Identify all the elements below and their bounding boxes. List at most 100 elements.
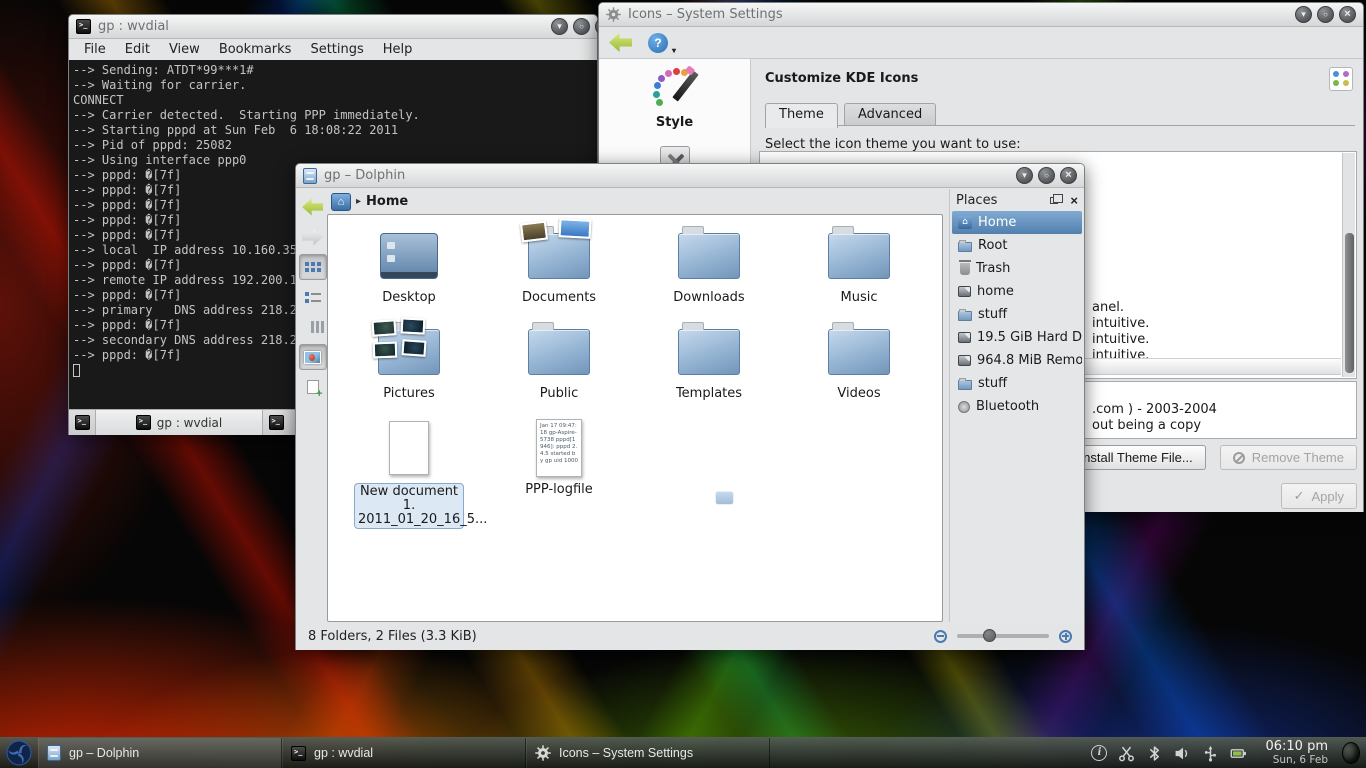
zoom-in-icon[interactable] (1059, 630, 1072, 643)
file-item-public[interactable]: Public (484, 321, 634, 401)
preview-button[interactable] (299, 344, 327, 370)
detach-panel-icon[interactable] (1050, 197, 1058, 204)
scrollbar-thumb[interactable] (1345, 233, 1354, 373)
places-item-home-drive[interactable]: home (952, 280, 1082, 303)
dolphin-titlebar[interactable]: gp – Dolphin (296, 164, 1084, 188)
file-item-pictures[interactable]: Pictures (334, 321, 484, 401)
battery-icon[interactable] (1230, 745, 1247, 762)
terminal-cursor (73, 364, 80, 377)
places-item-stuff[interactable]: stuff (952, 303, 1082, 326)
file-item-downloads[interactable]: Downloads (634, 225, 784, 305)
terminal-titlebar[interactable]: gp : wvdial (69, 15, 597, 39)
file-label: Downloads (673, 291, 744, 305)
back-arrow-icon[interactable] (609, 33, 632, 52)
apply-button[interactable]: ✓ Apply (1281, 483, 1357, 509)
menu-bookmarks[interactable]: Bookmarks (219, 42, 292, 57)
tab-advanced[interactable]: Advanced (844, 103, 936, 126)
dolphin-toolbar (296, 189, 329, 622)
folder-icon (678, 233, 740, 279)
task-system-settings[interactable]: Icons – System Settings (526, 738, 770, 768)
volume-icon[interactable] (1174, 745, 1191, 762)
tab-theme[interactable]: Theme (765, 103, 838, 128)
zoom-slider[interactable] (957, 634, 1049, 638)
drive-icon (958, 355, 971, 366)
task-wvdial[interactable]: gp : wvdial (282, 738, 526, 768)
taskbar: gp – Dolphin gp : wvdial Icons – System … (0, 737, 1366, 768)
terminal-tab-label: gp : wvdial (157, 416, 222, 430)
trash-icon (960, 263, 970, 275)
clock[interactable]: 06:10 pm Sun, 6 Feb (1257, 738, 1336, 768)
places-item-stuff2[interactable]: stuff (952, 372, 1082, 395)
file-item-new-document[interactable]: New document 1. 2011_01_20_16_5... (334, 417, 484, 529)
folder-icon (528, 329, 590, 375)
scrollbar[interactable] (1342, 153, 1355, 377)
file-item-videos[interactable]: Videos (784, 321, 934, 401)
columns-view-button[interactable] (299, 314, 327, 340)
home-icon[interactable]: ⌂ (331, 193, 351, 211)
maximize-button[interactable] (1317, 6, 1334, 23)
menu-help[interactable]: Help (383, 42, 413, 57)
zoom-out-icon[interactable] (934, 630, 947, 643)
desktop-folder-icon (380, 233, 438, 279)
chevron-down-icon: ▾ (672, 46, 676, 55)
remove-theme-button[interactable]: Remove Theme (1220, 445, 1357, 470)
info-icon[interactable] (1091, 745, 1107, 761)
tab-list-button[interactable] (263, 410, 289, 435)
file-item-music[interactable]: Music (784, 225, 934, 305)
file-item-documents[interactable]: Documents (484, 225, 634, 305)
file-item-templates[interactable]: Templates (634, 321, 784, 401)
bluetooth-icon[interactable] (1146, 745, 1163, 762)
sidebar-item-style[interactable]: Style (599, 69, 750, 130)
menu-view[interactable]: View (169, 42, 200, 57)
file-item-desktop[interactable]: Desktop (334, 225, 484, 305)
menu-edit[interactable]: Edit (125, 42, 150, 57)
folder-icon (828, 329, 890, 375)
breadcrumb-location[interactable]: Home (366, 194, 408, 209)
file-label: Pictures (383, 387, 434, 401)
file-cabinet-icon (47, 745, 61, 761)
kde-menu-button[interactable] (0, 738, 38, 768)
split-view-button[interactable] (299, 374, 327, 400)
places-item-removable[interactable]: 964.8 MiB Remov... (952, 349, 1082, 372)
menu-file[interactable]: File (84, 42, 106, 57)
folder-icon (678, 329, 740, 375)
file-grid: Desktop Documents Downloads Music (328, 215, 942, 529)
icons-view-button[interactable] (299, 254, 327, 280)
check-icon: ✓ (1294, 488, 1305, 504)
folder-view[interactable]: Desktop Documents Downloads Music (327, 214, 943, 622)
places-item-bluetooth[interactable]: Bluetooth (952, 395, 1082, 418)
close-button[interactable] (1339, 6, 1356, 23)
maximize-button[interactable] (1038, 167, 1055, 184)
places-item-hard-drive[interactable]: 19.5 GiB Hard Drive (952, 326, 1082, 349)
places-item-root[interactable]: Root (952, 234, 1082, 257)
places-item-home[interactable]: ⌂ Home (952, 211, 1082, 234)
usb-icon[interactable] (1202, 745, 1219, 762)
terminal-tab[interactable]: gp : wvdial (95, 410, 263, 435)
file-item-ppp-logfile[interactable]: Jan 17 09:47:18 gp-Aspire-5738 pppd[1946… (484, 417, 634, 529)
close-panel-icon[interactable]: × (1070, 194, 1078, 207)
forward-button[interactable] (299, 224, 327, 250)
details-view-button[interactable] (299, 284, 327, 310)
help-icon[interactable]: ?▾ (648, 33, 668, 53)
minimize-button[interactable] (1295, 6, 1312, 23)
blank-document-icon (389, 421, 429, 475)
settings-titlebar[interactable]: Icons – System Settings (599, 3, 1363, 27)
maximize-button[interactable] (573, 18, 590, 35)
menu-settings[interactable]: Settings (310, 42, 363, 57)
close-button[interactable] (1060, 167, 1077, 184)
new-tab-button[interactable] (69, 410, 95, 435)
kde-menu-icon (6, 740, 32, 766)
task-dolphin[interactable]: gp – Dolphin (38, 738, 282, 768)
zoom-slider-handle[interactable] (983, 629, 996, 642)
minimize-button[interactable] (1016, 167, 1033, 184)
back-button[interactable] (299, 194, 327, 220)
apply-row: ✓ Apply (1281, 483, 1357, 509)
panel-toolbox-icon[interactable] (1336, 738, 1366, 768)
file-label: Documents (522, 291, 596, 305)
terminal-icon (269, 415, 284, 430)
style-icon (652, 69, 698, 111)
places-item-trash[interactable]: Trash (952, 257, 1082, 280)
minimize-button[interactable] (551, 18, 568, 35)
dolphin-statusbar: 8 Folders, 2 Files (3.3 KiB) (296, 622, 1084, 650)
scissors-icon[interactable] (1118, 745, 1135, 762)
